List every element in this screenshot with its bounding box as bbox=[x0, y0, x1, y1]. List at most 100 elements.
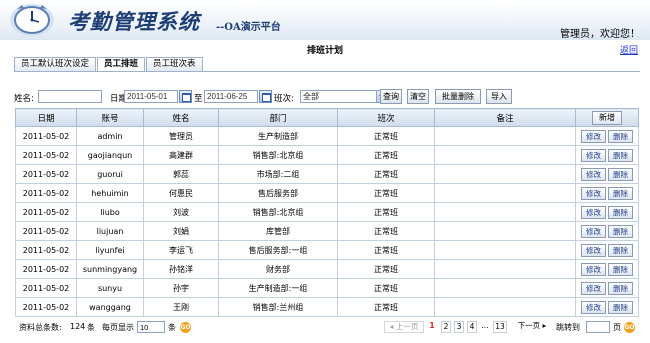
per-page-input[interactable] bbox=[137, 321, 165, 333]
page-1[interactable]: 1 bbox=[428, 321, 436, 333]
cell-dept: 售后服务部 bbox=[218, 183, 338, 203]
delete-button[interactable]: 删除 bbox=[608, 281, 633, 295]
delete-button[interactable]: 删除 bbox=[608, 148, 633, 162]
cell-account: liujuan bbox=[76, 221, 144, 241]
cell-dept: 财务部 bbox=[218, 259, 338, 279]
edit-button[interactable]: 修改 bbox=[581, 281, 606, 295]
pagination-bar: 资料总条数: 124 条 每页显示 条 GO ◂ 上一页 1 2 3 4 ...… bbox=[14, 321, 644, 335]
cell-date: 2011-05-02 bbox=[15, 202, 77, 222]
col-name: 姓名 bbox=[143, 108, 219, 127]
next-page-label: 下一页 bbox=[517, 321, 541, 330]
cell-date: 2011-05-02 bbox=[15, 240, 77, 260]
tab-default-shift[interactable]: 员工默认班次设定 bbox=[14, 57, 97, 71]
cell-shift: 正常班 bbox=[337, 164, 435, 184]
calendar-icon[interactable] bbox=[259, 90, 272, 103]
clear-button[interactable]: 清空 bbox=[407, 89, 429, 104]
col-dept: 部门 bbox=[218, 108, 338, 127]
cell-note bbox=[434, 240, 576, 260]
batch-delete-button[interactable]: 批量删除 bbox=[435, 89, 481, 104]
name-label: 姓名: bbox=[14, 94, 34, 104]
cell-name: 郭蕊 bbox=[143, 164, 219, 184]
import-button[interactable]: 导入 bbox=[486, 89, 512, 104]
cell-name: 刘波 bbox=[143, 202, 219, 222]
cell-dept: 销售部:北京组 bbox=[218, 202, 338, 222]
cell-note bbox=[434, 164, 576, 184]
cell-name: 高建群 bbox=[143, 145, 219, 165]
cell-actions: 修改 删除 bbox=[575, 297, 639, 317]
cell-shift: 正常班 bbox=[337, 297, 435, 317]
cell-dept: 销售部:兰州组 bbox=[218, 297, 338, 317]
calendar-icon[interactable] bbox=[179, 90, 192, 103]
delete-button[interactable]: 删除 bbox=[608, 262, 633, 276]
shift-label: 班次: bbox=[274, 94, 294, 104]
jump-go-button[interactable]: GO bbox=[624, 322, 635, 333]
clock-logo-icon bbox=[10, 4, 54, 36]
tab-shift-table[interactable]: 员工班次表 bbox=[146, 57, 203, 71]
edit-button[interactable]: 修改 bbox=[581, 300, 606, 314]
edit-button[interactable]: 修改 bbox=[581, 262, 606, 276]
delete-button[interactable]: 删除 bbox=[608, 224, 633, 238]
cell-actions: 修改 删除 bbox=[575, 259, 639, 279]
delete-button[interactable]: 删除 bbox=[608, 186, 633, 200]
shift-select-value: 全部 bbox=[303, 92, 319, 101]
delete-button[interactable]: 删除 bbox=[608, 300, 633, 314]
delete-button[interactable]: 删除 bbox=[608, 205, 633, 219]
page-4[interactable]: 4 bbox=[467, 321, 477, 333]
query-button[interactable]: 查询 bbox=[380, 89, 402, 104]
edit-button[interactable]: 修改 bbox=[581, 224, 606, 238]
cell-shift: 正常班 bbox=[337, 259, 435, 279]
cell-actions: 修改 删除 bbox=[575, 240, 639, 260]
date-to-label: 至 bbox=[194, 94, 203, 104]
delete-button[interactable]: 删除 bbox=[608, 129, 633, 143]
cell-dept: 库管部 bbox=[218, 221, 338, 241]
cell-date: 2011-05-02 bbox=[15, 221, 77, 241]
tab-employee-schedule[interactable]: 员工排班 bbox=[97, 57, 146, 72]
cell-date: 2011-05-02 bbox=[15, 297, 77, 317]
page-13[interactable]: 13 bbox=[493, 321, 507, 333]
page-2[interactable]: 2 bbox=[441, 321, 451, 333]
table-row: 2011-05-02 liyunfei 李运飞 售后服务部:一组 正常班 修改 删除 bbox=[15, 240, 639, 260]
cell-shift: 正常班 bbox=[337, 240, 435, 260]
edit-button[interactable]: 修改 bbox=[581, 243, 606, 257]
app-title: 考勤管理系统 bbox=[68, 9, 200, 34]
jump-input[interactable] bbox=[586, 321, 610, 333]
cell-shift: 正常班 bbox=[337, 183, 435, 203]
cell-date: 2011-05-02 bbox=[15, 259, 77, 279]
edit-button[interactable]: 修改 bbox=[581, 129, 606, 143]
edit-button[interactable]: 修改 bbox=[581, 148, 606, 162]
per-page-go-button[interactable]: GO bbox=[180, 322, 191, 333]
date-from-input[interactable] bbox=[124, 90, 178, 103]
date-to-input[interactable] bbox=[204, 90, 258, 103]
cell-account: liubo bbox=[76, 202, 144, 222]
cell-shift: 正常班 bbox=[337, 145, 435, 165]
cell-note bbox=[434, 145, 576, 165]
cell-note bbox=[434, 297, 576, 317]
cell-date: 2011-05-02 bbox=[15, 164, 77, 184]
edit-button[interactable]: 修改 bbox=[581, 167, 606, 181]
table-row: 2011-05-02 wanggang 王刚 销售部:兰州组 正常班 修改 删除 bbox=[15, 297, 639, 317]
cell-dept: 销售部:北京组 bbox=[218, 145, 338, 165]
col-shift: 班次 bbox=[337, 108, 435, 127]
page-3[interactable]: 3 bbox=[454, 321, 464, 333]
next-page-button[interactable]: 下一页 ▸ bbox=[511, 321, 553, 333]
cell-actions: 修改 删除 bbox=[575, 202, 639, 222]
name-input[interactable] bbox=[38, 90, 102, 103]
delete-button[interactable]: 删除 bbox=[608, 243, 633, 257]
cell-name: 孙宇 bbox=[143, 278, 219, 298]
tab-bar: 员工默认班次设定 员工排班 员工班次表 bbox=[14, 57, 204, 72]
back-link[interactable]: 返回 bbox=[620, 43, 638, 56]
cell-dept: 生产制造部 bbox=[218, 126, 338, 146]
cell-shift: 正常班 bbox=[337, 126, 435, 146]
cell-note bbox=[434, 221, 576, 241]
add-button[interactable]: 新增 bbox=[592, 110, 622, 125]
table-row: 2011-05-02 liujuan 刘娟 库管部 正常班 修改 删除 bbox=[15, 221, 639, 241]
cell-account: hehuimin bbox=[76, 183, 144, 203]
table-row: 2011-05-02 sunmingyang 孙铭洋 财务部 正常班 修改 删除 bbox=[15, 259, 639, 279]
delete-button[interactable]: 删除 bbox=[608, 167, 633, 181]
prev-page-button[interactable]: ◂ 上一页 bbox=[384, 321, 424, 333]
edit-button[interactable]: 修改 bbox=[581, 186, 606, 200]
edit-button[interactable]: 修改 bbox=[581, 205, 606, 219]
shift-select[interactable]: 全部 bbox=[300, 90, 388, 103]
col-note: 备注 bbox=[434, 108, 576, 127]
table-row: 2011-05-02 gaojianqun 高建群 销售部:北京组 正常班 修改 删除 bbox=[15, 145, 639, 165]
